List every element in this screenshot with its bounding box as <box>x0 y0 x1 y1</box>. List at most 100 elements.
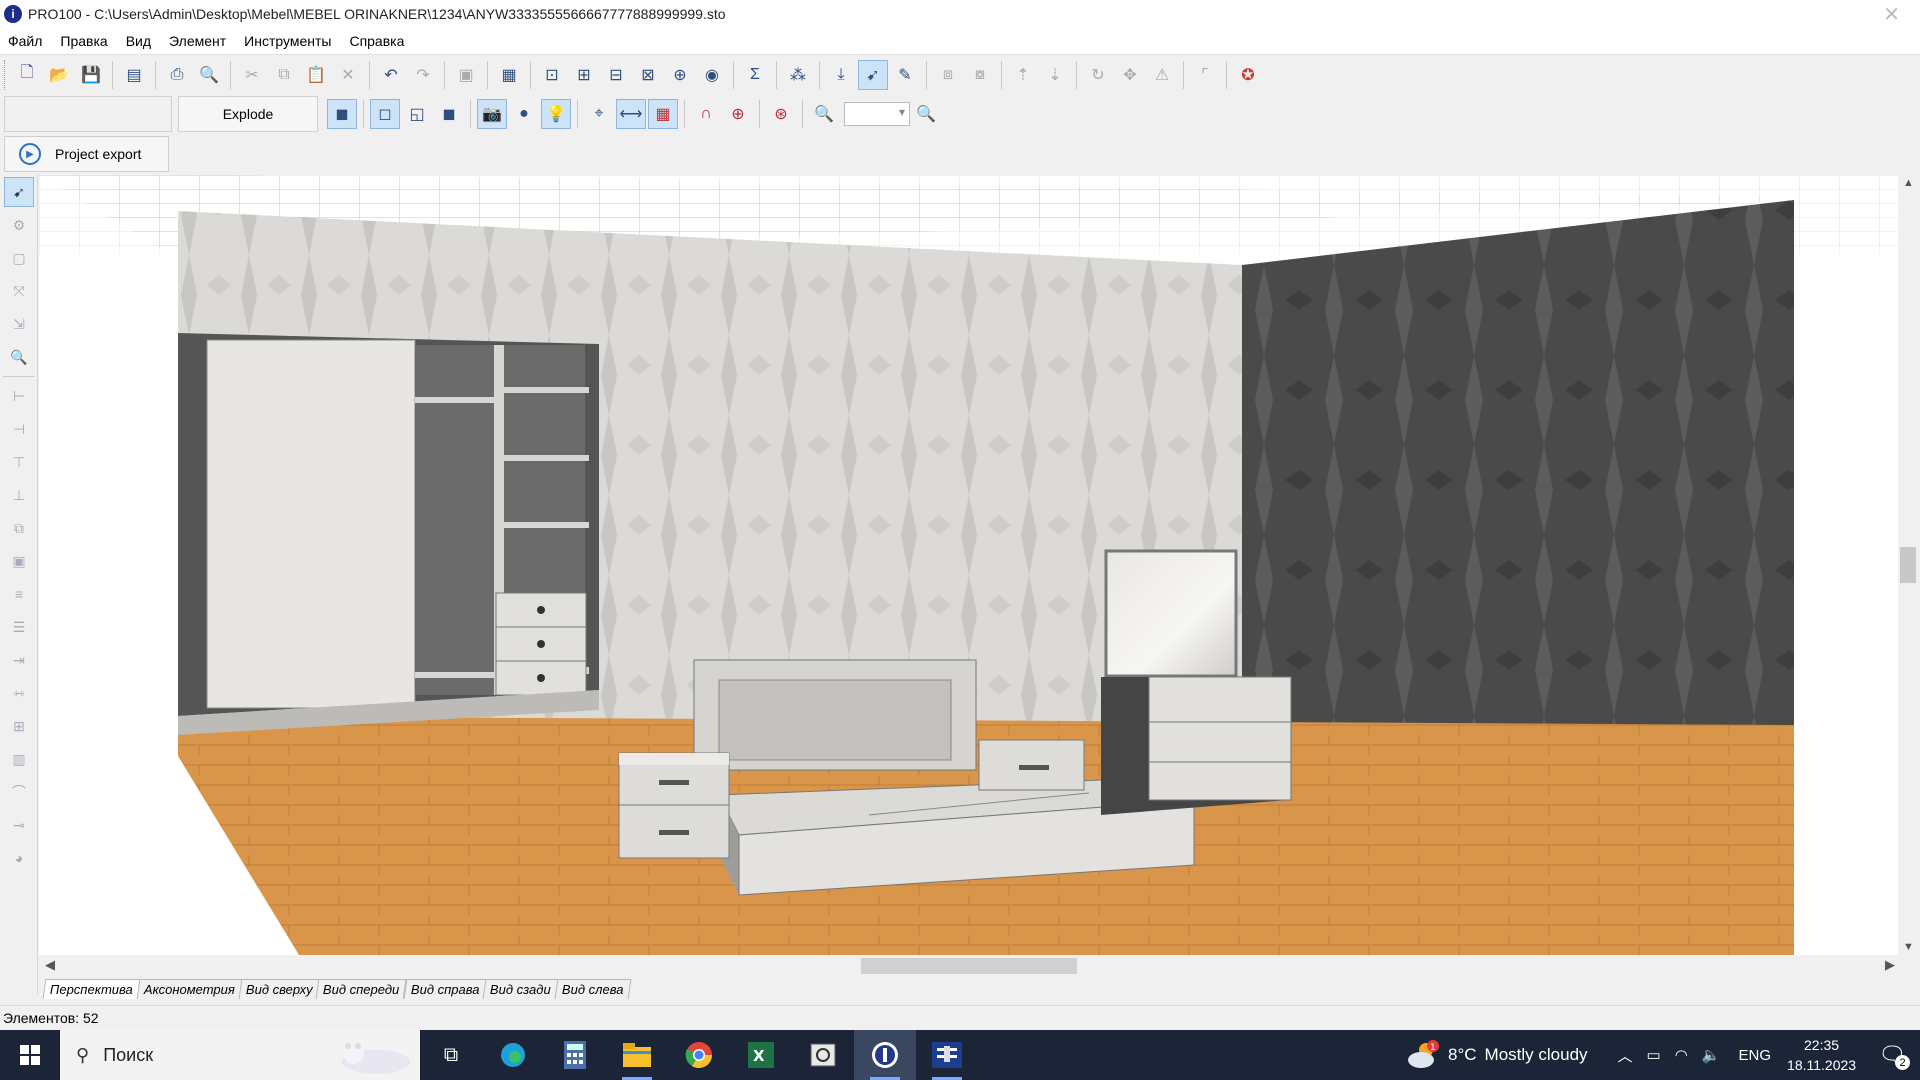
render-button[interactable]: ◉ <box>697 60 727 90</box>
mirror-button[interactable]: ⚠ <box>1147 60 1177 90</box>
dimensions-button[interactable]: ⟷ <box>616 99 646 129</box>
cut-button[interactable]: ✂ <box>237 60 267 90</box>
project-export-button[interactable]: ▶ Project export <box>4 136 169 172</box>
copy-tool-icon[interactable]: ⧉ <box>4 513 34 543</box>
tab-right-view[interactable]: Вид справа <box>403 979 487 999</box>
edge-browser-icon[interactable] <box>482 1030 544 1080</box>
paste-button[interactable]: 📋 <box>301 60 331 90</box>
windows-start-icon[interactable] <box>0 1030 60 1080</box>
zoom-window-button[interactable]: ⊡ <box>537 60 567 90</box>
undo-button[interactable]: ↶ <box>376 60 406 90</box>
menu-tools[interactable]: Инструменты <box>244 33 331 49</box>
redo-button[interactable]: ↷ <box>408 60 438 90</box>
corner-button[interactable]: ⌜ <box>1190 60 1220 90</box>
zoom-in-icon[interactable]: 🔍 <box>911 99 941 129</box>
distribute-h-icon[interactable]: ≡ <box>4 579 34 609</box>
file-explorer-icon[interactable] <box>606 1030 668 1080</box>
menu-edit[interactable]: Правка <box>60 33 107 49</box>
explode-button[interactable]: Explode <box>178 96 318 132</box>
zoom-selection-button[interactable]: ⊟ <box>601 60 631 90</box>
tab-front-view[interactable]: Вид спереди <box>316 979 408 999</box>
zoom-level-combo[interactable] <box>844 102 910 126</box>
menu-help[interactable]: Справка <box>349 33 404 49</box>
help-lifebuoy-icon[interactable]: ✪ <box>1233 60 1263 90</box>
array-tool-icon[interactable]: ▣ <box>4 546 34 576</box>
menu-element[interactable]: Элемент <box>169 33 226 49</box>
lower-button[interactable]: ⇣ <box>1040 60 1070 90</box>
tab-axonometry[interactable]: Аксонометрия <box>136 979 243 999</box>
sum-icon[interactable]: Σ <box>740 60 770 90</box>
task-view-icon[interactable]: ⧉ <box>420 1030 482 1080</box>
view-export-button[interactable]: ⊕ <box>665 60 695 90</box>
notifications-icon[interactable]: 🗨 2 <box>1878 1042 1910 1070</box>
lights-bulb-icon[interactable]: 💡 <box>541 99 571 129</box>
room-ceiling-button[interactable]: ◼ <box>434 99 464 129</box>
open-file-button[interactable]: 📂 <box>44 60 74 90</box>
gap-icon[interactable]: ⊞ <box>4 711 34 741</box>
vertical-scroll-thumb[interactable] <box>1900 547 1916 583</box>
chevron-up-icon[interactable]: ︿ <box>1618 1045 1633 1066</box>
tab-perspective[interactable]: Перспектива <box>42 979 141 999</box>
wifi-icon[interactable]: ◠ <box>1675 1046 1688 1064</box>
move-down-button[interactable]: ⤓ <box>826 60 856 90</box>
scroll-left-icon[interactable]: ◀ <box>45 957 55 973</box>
group-button[interactable]: ⁂ <box>783 60 813 90</box>
magnet-icon[interactable]: ∩ <box>691 99 721 129</box>
align-button[interactable]: ⧈ <box>933 60 963 90</box>
edit-tool-button[interactable]: ✎ <box>890 60 920 90</box>
excel-icon[interactable]: X <box>730 1030 792 1080</box>
print-button[interactable]: ⎙ <box>162 60 192 90</box>
distribute-v-icon[interactable]: ☰ <box>4 612 34 642</box>
save-button[interactable]: 💾 <box>76 60 106 90</box>
scroll-down-icon[interactable]: ▼ <box>1903 941 1914 953</box>
align-left-icon[interactable]: ⊢ <box>4 381 34 411</box>
hinge-icon[interactable]: ⊸ <box>4 810 34 840</box>
shadows-button[interactable]: ● <box>509 99 539 129</box>
delete-button[interactable]: ✕ <box>333 60 363 90</box>
rotate-button[interactable]: ↻ <box>1083 60 1113 90</box>
grid-button[interactable]: ▦ <box>648 99 678 129</box>
library-button[interactable]: ▣ <box>451 60 481 90</box>
room-walls-button[interactable]: ◻ <box>370 99 400 129</box>
taskbar-search-box[interactable]: ⚲ Поиск <box>60 1030 420 1080</box>
menu-file[interactable]: Файл <box>8 33 42 49</box>
stretch-tool-icon[interactable]: ⇲ <box>4 309 34 339</box>
spread-icon[interactable]: ⇿ <box>4 678 34 708</box>
distribute-button[interactable]: ⧇ <box>965 60 995 90</box>
horizontal-scrollbar[interactable]: ◀ ▶ <box>39 955 1905 977</box>
attach-icon[interactable]: ⇥ <box>4 645 34 675</box>
move-tool-icon[interactable]: ⤧ <box>4 276 34 306</box>
weather-widget[interactable]: 1 8°C Mostly cloudy <box>1406 1040 1588 1070</box>
horizontal-scroll-thumb[interactable] <box>861 958 1077 974</box>
box-tool-icon[interactable]: ▢ <box>4 243 34 273</box>
align-center-icon[interactable]: ⊣ <box>4 414 34 444</box>
room-floor-button[interactable]: ◱ <box>402 99 432 129</box>
print-preview-button[interactable]: 🔍 <box>194 60 224 90</box>
language-indicator[interactable]: ENG <box>1739 1047 1772 1064</box>
chrome-browser-icon[interactable] <box>668 1030 730 1080</box>
scroll-up-icon[interactable]: ▲ <box>1903 177 1914 189</box>
new-file-button[interactable]: 🗋 <box>12 60 42 90</box>
cutting-app-icon[interactable] <box>792 1030 854 1080</box>
3d-viewport[interactable] <box>39 175 1905 955</box>
clock[interactable]: 22:35 18.11.2023 <box>1787 1035 1856 1075</box>
tab-left-view[interactable]: Вид слева <box>554 979 631 999</box>
cad-app-icon[interactable] <box>916 1030 978 1080</box>
bend-icon[interactable]: ⌒ <box>4 777 34 807</box>
properties-button[interactable]: ▤ <box>119 60 149 90</box>
round-icon[interactable]: ◕ <box>4 843 34 873</box>
close-icon[interactable]: ✕ <box>1883 2 1900 27</box>
zoom-room-button[interactable]: ⊠ <box>633 60 663 90</box>
battery-icon[interactable]: ▭ <box>1647 1046 1661 1064</box>
pointer-icon[interactable]: ➹ <box>4 177 34 207</box>
camera-button[interactable]: 📷 <box>477 99 507 129</box>
calculator-icon[interactable] <box>544 1030 606 1080</box>
tab-top-view[interactable]: Вид сверху <box>238 979 320 999</box>
textured-view-button[interactable]: ◼ <box>327 99 357 129</box>
explode-tool-icon[interactable]: ⚙ <box>4 210 34 240</box>
move-button[interactable]: ✥ <box>1115 60 1145 90</box>
align-top-icon[interactable]: ⊤ <box>4 447 34 477</box>
copy-button[interactable]: ⧉ <box>269 60 299 90</box>
raise-button[interactable]: ⇡ <box>1008 60 1038 90</box>
room-settings-button[interactable]: ▦ <box>494 60 524 90</box>
